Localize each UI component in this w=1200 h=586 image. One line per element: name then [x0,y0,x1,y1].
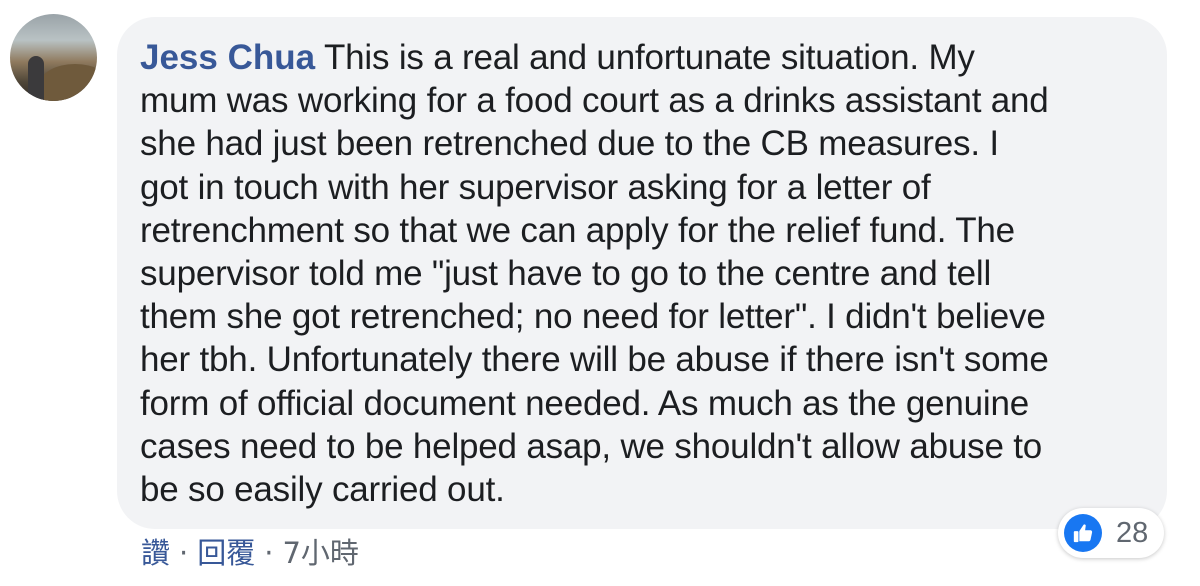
comment-line: form of official document needed. As muc… [140,383,1029,423]
comment-actions: 讚 · 回覆 · 7小時 [141,533,359,573]
avatar-figure [28,56,44,101]
like-button[interactable]: 讚 [141,536,170,570]
comment-line: Jess Chua This is a real and unfortunate… [140,38,975,77]
comment-line: cases need to be helped asap, we shouldn… [140,426,1043,466]
comment-line: got in touch with her supervisor asking … [140,167,931,207]
comment-line: her tbh. Unfortunately there will be abu… [140,340,1049,380]
like-thumb-glyph [1073,524,1093,543]
avatar-hill [40,64,97,101]
reaction-summary[interactable]: 28 [1058,508,1164,558]
comment-line: be so easily carried out. [140,470,505,510]
comment-line: them she got retrenched; no need for let… [140,297,1046,337]
separator-dot: · [264,536,274,570]
comment-line: mum was working for a food court as a dr… [140,81,1049,121]
comment-text: Jess Chua This is a real and unfortunate… [140,36,1150,511]
timestamp[interactable]: 7小時 [282,536,358,570]
separator-dot: · [179,536,189,570]
author-name[interactable]: Jess Chua [140,38,315,77]
reaction-count: 28 [1116,517,1149,549]
comment-line: retrenchment so that we can apply for th… [140,210,1015,250]
reply-button[interactable]: 回覆 [197,536,255,570]
comment-line: supervisor told me "just have to go to t… [140,254,992,294]
like-thumb-icon [1064,514,1102,552]
comment-line: she had just been retrenched due to the … [140,124,999,164]
avatar[interactable] [10,14,97,101]
